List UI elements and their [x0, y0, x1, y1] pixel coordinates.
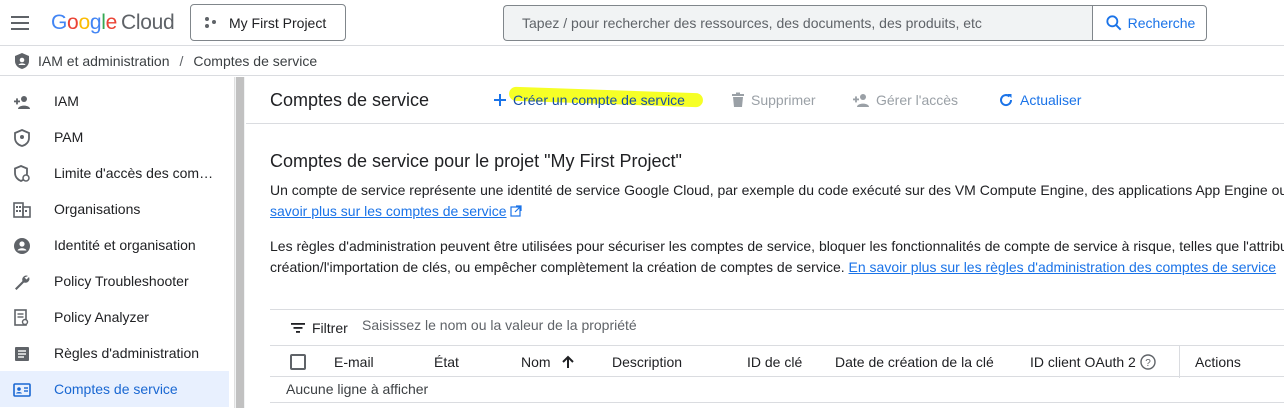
- external-link-icon[interactable]: [510, 205, 523, 217]
- breadcrumb: IAM et administration / Comptes de servi…: [0, 47, 1284, 76]
- project-name: My First Project: [229, 14, 327, 31]
- trash-icon: [732, 92, 744, 107]
- delete-button[interactable]: Supprimer: [731, 92, 816, 108]
- project-picker-button[interactable]: My First Project: [190, 4, 346, 41]
- column-key-id[interactable]: ID de clé: [747, 354, 802, 370]
- sidebar-item-access-boundary[interactable]: Limite d'accès des com…: [0, 155, 229, 191]
- breadcrumb-separator: /: [179, 53, 184, 69]
- description-line-1: Un compte de service représente une iden…: [270, 182, 1284, 198]
- column-state[interactable]: État: [434, 354, 459, 370]
- analyzer-icon: [13, 309, 31, 327]
- sidebar-item-pam[interactable]: PAM: [0, 119, 229, 155]
- shield-icon: [13, 129, 31, 147]
- filter-icon: [291, 323, 305, 333]
- sidebar-item-service-accounts[interactable]: Comptes de service: [0, 371, 229, 407]
- building-icon: [13, 201, 31, 219]
- create-service-account-button[interactable]: Créer un compte de service: [493, 92, 685, 108]
- sidebar-item-identity-organisation[interactable]: Identité et organisation: [0, 227, 229, 263]
- project-dots-icon: [205, 16, 217, 29]
- column-key-creation-date[interactable]: Date de création de la clé: [835, 354, 994, 370]
- svg-text:?: ?: [1145, 358, 1151, 369]
- service-account-icon: [13, 381, 31, 399]
- column-oauth-client-id[interactable]: ID client OAuth 2 ?: [1030, 354, 1156, 370]
- table-header: E-mail État Nom Description ID de clé Da…: [270, 345, 1284, 378]
- search-button[interactable]: Recherche: [1092, 5, 1207, 41]
- account-circle-icon: [13, 237, 31, 255]
- person-add-icon: [853, 94, 869, 107]
- action-bar: Comptes de service Créer un compte de se…: [246, 77, 1284, 124]
- filter-input[interactable]: [362, 317, 962, 333]
- hamburger-menu-icon[interactable]: [6, 9, 34, 37]
- search-input[interactable]: [522, 15, 1074, 31]
- sidebar-item-iam[interactable]: IAM: [0, 83, 229, 119]
- page-title: Comptes de service: [270, 90, 430, 110]
- refresh-icon: [1000, 94, 1013, 107]
- main-content: Comptes de service Créer un compte de se…: [246, 77, 1284, 408]
- table-empty-row: Aucune ligne à afficher: [270, 377, 1284, 403]
- manage-access-button[interactable]: Gérer l'accès: [852, 92, 958, 108]
- top-bar: GoogleCloud My First Project Recherche: [0, 0, 1284, 46]
- plus-icon: [494, 94, 506, 106]
- wrench-icon: [13, 273, 31, 291]
- policy-description-line-1: Les règles d'administration peuvent être…: [270, 238, 1284, 254]
- person-add-icon: [13, 93, 31, 111]
- breadcrumb-section[interactable]: IAM et administration: [38, 53, 170, 69]
- access-boundary-icon: [13, 165, 31, 183]
- shield-icon: [15, 53, 29, 69]
- sidebar-item-policy-troubleshooter[interactable]: Policy Troubleshooter: [0, 263, 229, 299]
- learn-more-policies-link[interactable]: En savoir plus sur les règles d'administ…: [849, 259, 1277, 275]
- sidebar-item-admin-rules[interactable]: Règles d'administration: [0, 335, 229, 371]
- sort-ascending-icon[interactable]: [561, 355, 575, 369]
- column-description[interactable]: Description: [612, 354, 682, 370]
- filter-button[interactable]: Filtrer: [290, 320, 348, 336]
- empty-table-message: Aucune ligne à afficher: [286, 381, 429, 397]
- help-icon[interactable]: ?: [1140, 354, 1156, 370]
- google-cloud-logo[interactable]: Google Cloud: [51, 11, 175, 35]
- sidebar-scrollbar-thumb[interactable]: [236, 77, 244, 408]
- breadcrumb-page: Comptes de service: [193, 53, 318, 69]
- sidebar: IAM PAM Limite d'accès des com… Organisa…: [0, 77, 234, 408]
- sidebar-item-policy-analyzer[interactable]: Policy Analyzer: [0, 299, 229, 335]
- policy-description-line-2: création/l'importation de clés, ou empêc…: [270, 259, 1277, 275]
- column-name[interactable]: Nom: [521, 354, 575, 370]
- learn-more-service-accounts-link[interactable]: savoir plus sur les comptes de service: [270, 203, 507, 219]
- filter-bar: Filtrer: [270, 309, 1284, 345]
- section-title: Comptes de service pour le projet "My Fi…: [270, 151, 682, 171]
- description-line-2: savoir plus sur les comptes de service: [270, 201, 523, 222]
- list-doc-icon: [13, 345, 31, 363]
- column-email[interactable]: E-mail: [334, 354, 374, 370]
- search-box[interactable]: [503, 5, 1092, 41]
- sidebar-item-organisations[interactable]: Organisations: [0, 191, 229, 227]
- column-actions: Actions: [1195, 354, 1241, 370]
- search-icon: [1106, 15, 1122, 31]
- column-divider: [1179, 346, 1180, 378]
- select-all-checkbox[interactable]: [290, 354, 306, 370]
- refresh-button[interactable]: Actualiser: [998, 92, 1081, 108]
